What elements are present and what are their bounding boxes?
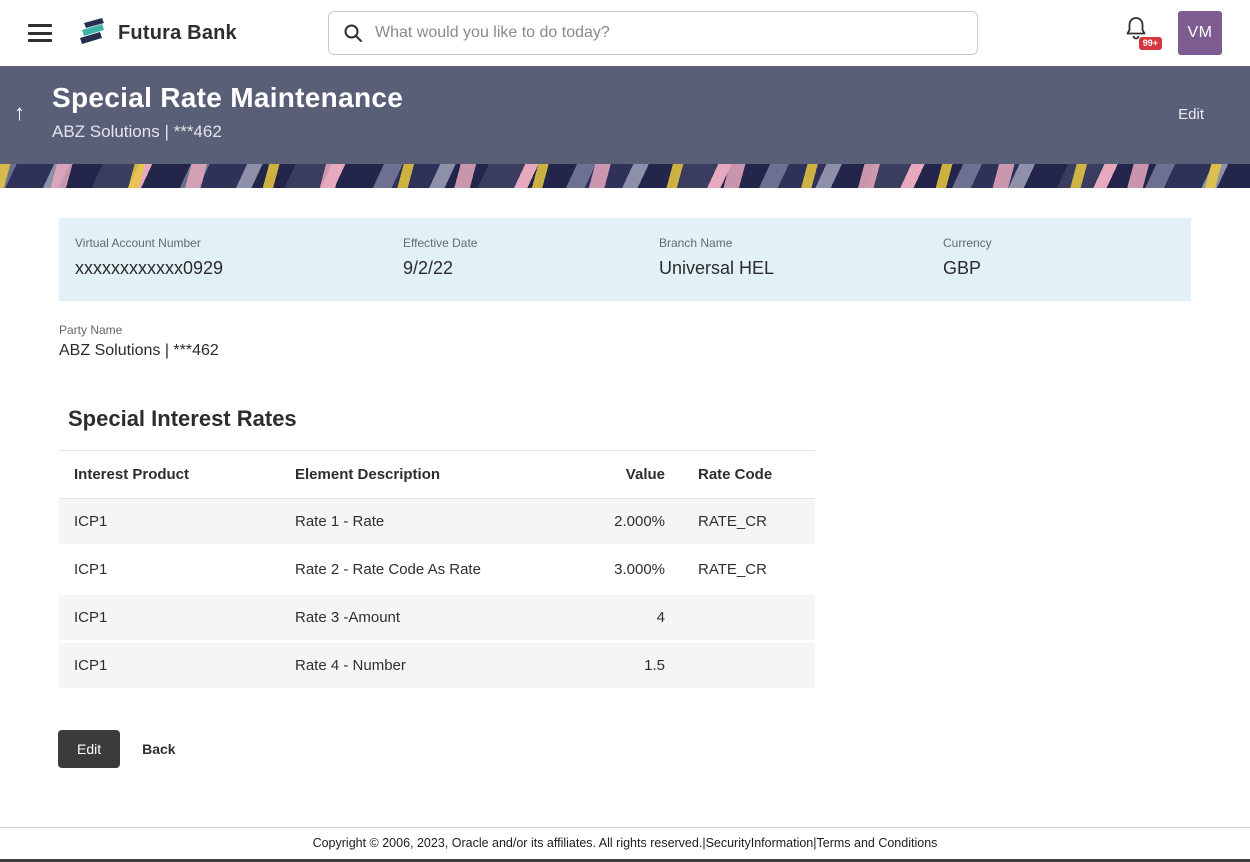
search-icon — [343, 23, 363, 43]
banner-edit-link[interactable]: Edit — [1178, 106, 1204, 123]
cell-value: 4 — [656, 609, 665, 626]
summary-field-effective-date: Effective Date 9/2/22 — [403, 236, 659, 279]
page-title: Special Rate Maintenance — [52, 82, 404, 113]
table-row: ICP1 Rate 2 - Rate Code As Rate 3.000% R… — [59, 547, 815, 592]
party-name-label: Party Name — [59, 323, 123, 337]
party-name-value: ABZ Solutions | ***462 — [59, 342, 219, 359]
summary-field-currency: Currency GBP — [943, 236, 1191, 279]
terms-and-conditions-link[interactable]: Terms and Conditions — [817, 836, 938, 850]
field-label: Virtual Account Number — [75, 236, 201, 250]
column-header-element-description: Element Description — [295, 466, 441, 483]
column-header-rate-code: Rate Code — [698, 466, 773, 483]
cell-rate-code: RATE_CR — [698, 561, 767, 578]
cell-rate-code — [665, 609, 815, 626]
brand-name: Futura Bank — [118, 21, 237, 44]
hamburger-menu-icon[interactable] — [28, 24, 52, 42]
security-information-link[interactable]: SecurityInformation — [706, 836, 814, 850]
column-header-interest-product: Interest Product — [74, 466, 190, 483]
page: Futura Bank 99+ VM — [0, 0, 1250, 862]
cell-interest-product: ICP1 — [74, 513, 108, 530]
table-row: ICP1 Rate 3 -Amount 4 — [59, 595, 815, 640]
field-label: Branch Name — [659, 236, 733, 250]
cell-rate-code: RATE_CR — [698, 513, 767, 530]
table-row: ICP1 Rate 1 - Rate 2.000% RATE_CR — [59, 499, 815, 544]
field-label: Currency — [943, 236, 992, 250]
special-interest-rates-table: Interest Product Element Description Val… — [59, 450, 815, 688]
back-button[interactable]: Back — [142, 741, 175, 757]
field-label: Effective Date — [403, 236, 478, 250]
cell-interest-product: ICP1 — [74, 657, 108, 674]
page-banner: ↑ Special Rate Maintenance ABZ Solutions… — [0, 66, 1250, 164]
app-bar: Futura Bank 99+ VM — [0, 0, 1250, 66]
search-input[interactable] — [375, 24, 963, 42]
main-content: Virtual Account Number xxxxxxxxxxxx0929 … — [0, 188, 1250, 827]
brand-logo[interactable]: Futura Bank — [78, 17, 237, 49]
action-buttons: Edit Back — [58, 730, 1250, 768]
field-value: 9/2/22 — [403, 258, 454, 278]
account-summary-panel: Virtual Account Number xxxxxxxxxxxx0929 … — [59, 218, 1191, 301]
notification-count-badge: 99+ — [1138, 37, 1162, 50]
notifications-button[interactable]: 99+ — [1124, 16, 1162, 50]
cell-value: 2.000% — [614, 513, 665, 530]
cell-rate-code — [665, 657, 815, 674]
global-search — [328, 11, 978, 55]
copyright-text: Copyright © 2006, 2023, Oracle and/or it… — [312, 836, 703, 850]
table-row: ICP1 Rate 4 - Number 1.5 — [59, 643, 815, 688]
special-interest-rates-title: Special Interest Rates — [68, 406, 297, 431]
field-value: Universal HEL — [659, 258, 775, 278]
party-name-block: Party Name ABZ Solutions | ***462 — [59, 323, 1250, 360]
summary-field-virtual-account: Virtual Account Number xxxxxxxxxxxx0929 — [75, 236, 403, 279]
futura-bank-logo-icon — [78, 17, 108, 49]
cell-value: 1.5 — [644, 657, 665, 674]
cell-element-description: Rate 4 - Number — [295, 657, 406, 674]
column-header-value: Value — [625, 466, 665, 483]
field-value: GBP — [943, 258, 982, 278]
cell-interest-product: ICP1 — [74, 561, 108, 578]
cell-element-description: Rate 3 -Amount — [295, 609, 401, 626]
summary-field-branch-name: Branch Name Universal HEL — [659, 236, 943, 279]
user-avatar[interactable]: VM — [1178, 11, 1222, 55]
field-value: xxxxxxxxxxxx0929 — [75, 258, 224, 278]
table-header-row: Interest Product Element Description Val… — [59, 450, 815, 499]
cell-element-description: Rate 2 - Rate Code As Rate — [295, 561, 481, 578]
footer: Copyright © 2006, 2023, Oracle and/or it… — [0, 827, 1250, 859]
cell-element-description: Rate 1 - Rate — [295, 513, 385, 530]
banner-decorative-pattern — [0, 164, 1250, 188]
cell-value: 3.000% — [614, 561, 665, 578]
page-subtitle: ABZ Solutions | ***462 — [52, 122, 222, 141]
cell-interest-product: ICP1 — [74, 609, 108, 626]
scroll-up-arrow-icon[interactable]: ↑ — [14, 102, 25, 124]
edit-button[interactable]: Edit — [58, 730, 121, 768]
